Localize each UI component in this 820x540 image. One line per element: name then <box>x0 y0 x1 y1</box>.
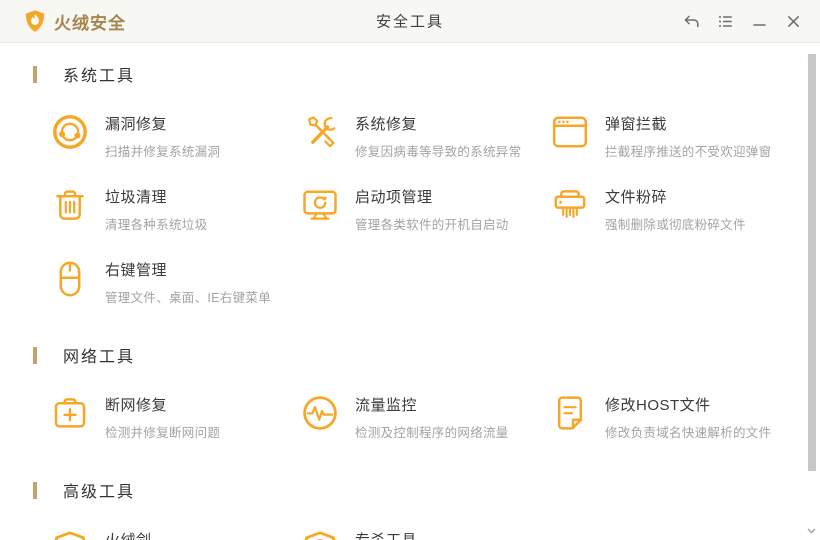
section-header: 系统工具 <box>33 62 803 86</box>
tool-title: 断网修复 <box>105 397 168 414</box>
special-kill-icon <box>300 528 340 540</box>
back-icon <box>682 12 701 31</box>
network-repair-icon <box>50 393 90 433</box>
tool-host-file[interactable]: 修改HOST文件修改负责域名快速解析的文件 <box>550 393 803 440</box>
tool-text: 修改HOST文件修改负责域名快速解析的文件 <box>605 393 771 441</box>
tool-desc: 清理各种系统垃圾 <box>105 218 208 232</box>
section-header: 高级工具 <box>33 478 803 502</box>
section-marker <box>33 481 37 499</box>
tool-title: 修改HOST文件 <box>605 397 711 414</box>
tool-startup-manager[interactable]: 启动项管理管理各类软件的开机自启动 <box>300 185 550 232</box>
app-name: 火绒安全 <box>54 13 126 33</box>
file-shredder-icon <box>550 185 590 225</box>
section-marker <box>33 346 37 364</box>
section-title: 系统工具 <box>63 68 136 85</box>
section-header: 网络工具 <box>33 343 803 367</box>
tool-title: 启动项管理 <box>355 189 433 206</box>
tool-desc: 管理各类软件的开机自启动 <box>355 218 509 232</box>
tool-text: 漏洞修复扫描并修复系统漏洞 <box>105 112 220 160</box>
tool-desc: 修复因病毒等导致的系统异常 <box>355 145 522 159</box>
scrollbar-down-arrow-icon[interactable] <box>807 521 816 539</box>
tool-title: 漏洞修复 <box>105 116 168 133</box>
tool-desc: 扫描并修复系统漏洞 <box>105 145 221 159</box>
tool-system-repair[interactable]: 系统修复修复因病毒等导致的系统异常 <box>300 112 550 159</box>
section-marker <box>33 65 37 83</box>
tool-file-shredder[interactable]: 文件粉碎强制删除或彻底粉碎文件 <box>550 185 803 232</box>
tool-text: 系统修复修复因病毒等导致的系统异常 <box>355 112 521 160</box>
tool-text: 流量监控检测及控制程序的网络流量 <box>355 393 509 441</box>
tool-context-menu[interactable]: 右键管理管理文件、桌面、IE右键菜单 <box>50 258 300 305</box>
tool-text: 垃圾清理清理各种系统垃圾 <box>105 185 207 233</box>
tool-title: 弹窗拦截 <box>605 116 668 133</box>
tool-special-kill[interactable]: 专杀工具 <box>300 528 550 540</box>
menu-icon <box>716 12 735 31</box>
context-menu-icon <box>50 258 90 298</box>
popup-block-icon <box>550 112 590 152</box>
titlebar-actions <box>674 0 810 42</box>
traffic-monitor-icon <box>300 393 340 433</box>
tool-title: 火绒剑 <box>105 529 152 540</box>
tool-desc: 强制删除或彻底粉碎文件 <box>605 218 746 232</box>
tool-desc: 检测及控制程序的网络流量 <box>355 426 509 440</box>
tool-title: 流量监控 <box>355 397 418 414</box>
junk-clean-icon <box>50 185 90 225</box>
tool-grid: 漏洞修复扫描并修复系统漏洞 系统修复修复因病毒等导致的系统异常 弹窗拦截拦截程序推送… <box>50 112 803 305</box>
tool-section: 高级工具火绒剑 专杀工具 <box>0 478 803 540</box>
tool-text: 专杀工具 <box>355 528 417 540</box>
tool-desc: 拦截程序推送的不受欢迎弹窗 <box>605 145 772 159</box>
section-title: 网络工具 <box>63 349 136 366</box>
tool-section: 系统工具漏洞修复扫描并修复系统漏洞 系统修复修复因病毒等导致的系统异常 弹窗拦截拦截… <box>0 62 803 305</box>
tool-grid: 火绒剑 专杀工具 <box>50 528 803 540</box>
tool-desc: 管理文件、桌面、IE右键菜单 <box>105 291 272 305</box>
scrollbar-thumb[interactable] <box>808 54 816 471</box>
tool-section: 网络工具断网修复检测并修复断网问题 流量监控检测及控制程序的网络流量 修改HOST文… <box>0 343 803 440</box>
tool-grid: 断网修复检测并修复断网问题 流量监控检测及控制程序的网络流量 修改HOST文件修改负… <box>50 393 803 440</box>
close-icon <box>784 12 803 31</box>
tool-desc: 修改负责域名快速解析的文件 <box>605 426 772 440</box>
back-button[interactable] <box>674 6 708 36</box>
titlebar: 火绒安全 安全工具 <box>0 0 820 43</box>
tool-title: 垃圾清理 <box>105 189 168 206</box>
tool-title: 右键管理 <box>105 262 168 279</box>
startup-manager-icon <box>300 185 340 225</box>
tool-text: 断网修复检测并修复断网问题 <box>105 393 220 441</box>
tool-text: 文件粉碎强制删除或彻底粉碎文件 <box>605 185 746 233</box>
host-file-icon <box>550 393 590 433</box>
tool-title: 文件粉碎 <box>605 189 668 206</box>
tool-text: 右键管理管理文件、桌面、IE右键菜单 <box>105 258 271 306</box>
tool-junk-clean[interactable]: 垃圾清理清理各种系统垃圾 <box>50 185 300 232</box>
tool-traffic-monitor[interactable]: 流量监控检测及控制程序的网络流量 <box>300 393 550 440</box>
tool-title: 系统修复 <box>355 116 418 133</box>
tool-huorong-sword[interactable]: 火绒剑 <box>50 528 300 540</box>
system-repair-icon <box>300 112 340 152</box>
huorong-sword-icon <box>50 528 90 540</box>
section-title: 高级工具 <box>63 484 136 501</box>
close-button[interactable] <box>776 6 810 36</box>
scrollbar <box>803 43 820 540</box>
tool-vulnerability-fix[interactable]: 漏洞修复扫描并修复系统漏洞 <box>50 112 300 159</box>
tool-text: 弹窗拦截拦截程序推送的不受欢迎弹窗 <box>605 112 771 160</box>
app-logo-icon <box>24 9 46 33</box>
tools-main: 系统工具漏洞修复扫描并修复系统漏洞 系统修复修复因病毒等导致的系统异常 弹窗拦截拦截… <box>0 43 803 540</box>
vulnerability-fix-icon <box>50 112 90 152</box>
tool-text: 火绒剑 <box>105 528 152 540</box>
tool-title: 专杀工具 <box>355 529 417 540</box>
tool-desc: 检测并修复断网问题 <box>105 426 221 440</box>
page-title: 安全工具 <box>375 13 445 31</box>
minimize-button[interactable] <box>742 6 776 36</box>
minimize-icon <box>750 12 769 31</box>
app-brand: 火绒安全 <box>24 9 126 34</box>
tool-popup-block[interactable]: 弹窗拦截拦截程序推送的不受欢迎弹窗 <box>550 112 803 159</box>
tool-text: 启动项管理管理各类软件的开机自启动 <box>355 185 509 233</box>
menu-button[interactable] <box>708 6 742 36</box>
tool-network-repair[interactable]: 断网修复检测并修复断网问题 <box>50 393 300 440</box>
